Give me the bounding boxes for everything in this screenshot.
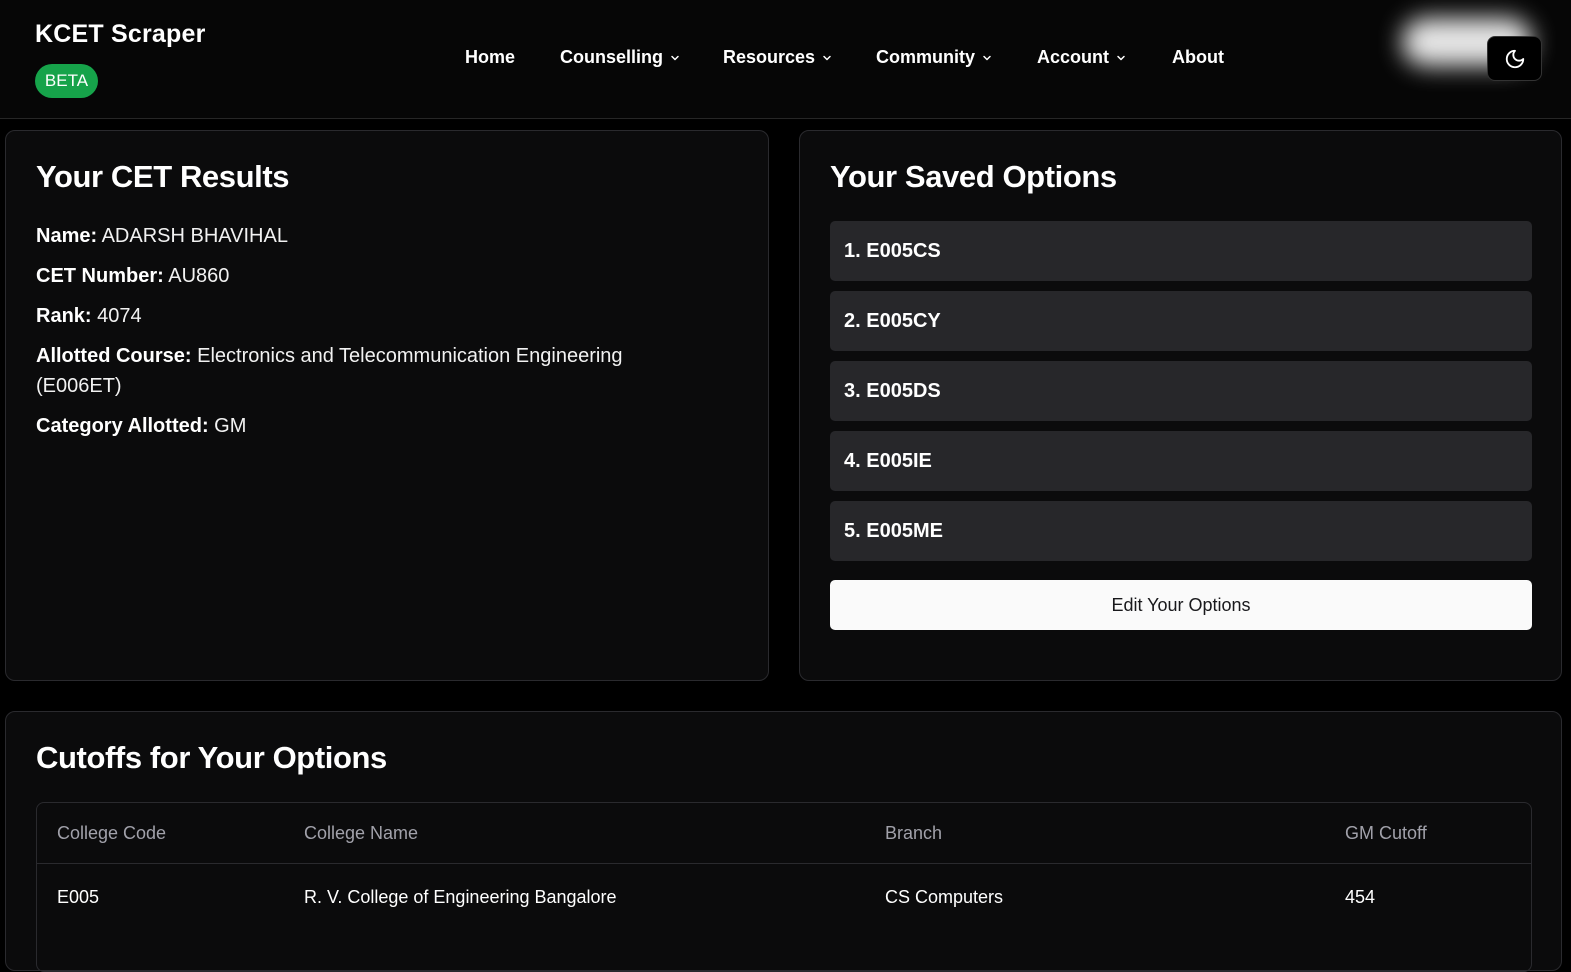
chevron-down-icon <box>671 55 679 60</box>
nav-counselling[interactable]: Counselling <box>560 47 681 68</box>
saved-option-item: 2. E005CY <box>830 291 1532 351</box>
brand-title[interactable]: KCET Scraper <box>35 20 206 49</box>
chevron-down-icon <box>983 55 991 60</box>
beta-badge: BETA <box>35 64 98 98</box>
edit-options-button[interactable]: Edit Your Options <box>830 580 1532 630</box>
cell-college-name: R. V. College of Engineering Bangalore <box>304 887 617 907</box>
saved-option-item: 3. E005DS <box>830 361 1532 421</box>
saved-options-card: Your Saved Options 1. E005CS 2. E005CY 3… <box>799 130 1562 681</box>
saved-option-item: 4. E005IE <box>830 431 1532 491</box>
top-navbar: KCET Scraper BETA Home Counselling Resou… <box>0 0 1571 119</box>
nav-home[interactable]: Home <box>465 47 515 68</box>
brand[interactable]: KCET Scraper BETA <box>35 20 206 98</box>
column-header-gm-cutoff[interactable]: GM Cutoff <box>1345 823 1427 844</box>
moon-icon <box>1505 49 1524 68</box>
result-name-label: Name: <box>36 225 98 247</box>
result-allotted-course-label: Allotted Course: <box>36 345 192 367</box>
nav-home-label: Home <box>465 47 516 67</box>
result-category: Category Allotted: GM <box>36 411 716 441</box>
chevron-down-icon <box>1117 55 1125 60</box>
cet-results-card: Your CET Results Name: ADARSH BHAVIHAL C… <box>5 130 769 681</box>
result-name: Name: ADARSH BHAVIHAL <box>36 221 716 251</box>
header-divider <box>37 863 1531 864</box>
result-allotted-course: Allotted Course: Electronics and Telecom… <box>36 341 676 401</box>
cell-college-code: E005 <box>57 887 100 907</box>
cutoffs-title: Cutoffs for Your Options <box>36 740 387 775</box>
saved-option-item: 5. E005ME <box>830 501 1532 561</box>
result-cet-number: CET Number: AU860 <box>36 261 716 291</box>
nav-about-label: About <box>1172 47 1224 67</box>
result-cet-number-label: CET Number: <box>36 265 164 287</box>
column-header-college-code[interactable]: College Code <box>57 823 166 844</box>
nav-account[interactable]: Account <box>1037 47 1127 68</box>
saved-option-item: 1. E005CS <box>830 221 1532 281</box>
nav-about[interactable]: About <box>1172 47 1224 68</box>
cutoffs-card: Cutoffs for Your Options College Code Co… <box>5 711 1562 972</box>
nav-community[interactable]: Community <box>876 47 993 68</box>
nav-counselling-label: Counselling <box>560 47 663 67</box>
nav-community-label: Community <box>876 47 975 67</box>
result-rank-label: Rank: <box>36 305 92 327</box>
result-name-value: ADARSH BHAVIHAL <box>101 225 288 247</box>
cell-gm-cutoff: 454 <box>1345 887 1376 907</box>
result-cet-number-value: AU860 <box>168 265 230 287</box>
cet-results-title: Your CET Results <box>36 159 290 194</box>
chevron-down-icon <box>823 55 831 60</box>
result-rank: Rank: 4074 <box>36 301 716 331</box>
result-rank-value: 4074 <box>97 305 142 327</box>
nav-resources[interactable]: Resources <box>723 47 833 68</box>
saved-options-title: Your Saved Options <box>830 159 1117 194</box>
column-header-college-name[interactable]: College Name <box>304 823 418 844</box>
theme-toggle-button[interactable] <box>1487 36 1542 81</box>
result-category-value: GM <box>214 415 247 437</box>
result-category-label: Category Allotted: <box>36 415 209 437</box>
cutoffs-table: College Code College Name Branch GM Cuto… <box>36 802 1532 972</box>
nav-resources-label: Resources <box>723 47 816 67</box>
cell-branch: CS Computers <box>885 887 1004 907</box>
nav-account-label: Account <box>1037 47 1109 67</box>
column-header-branch[interactable]: Branch <box>885 823 942 844</box>
